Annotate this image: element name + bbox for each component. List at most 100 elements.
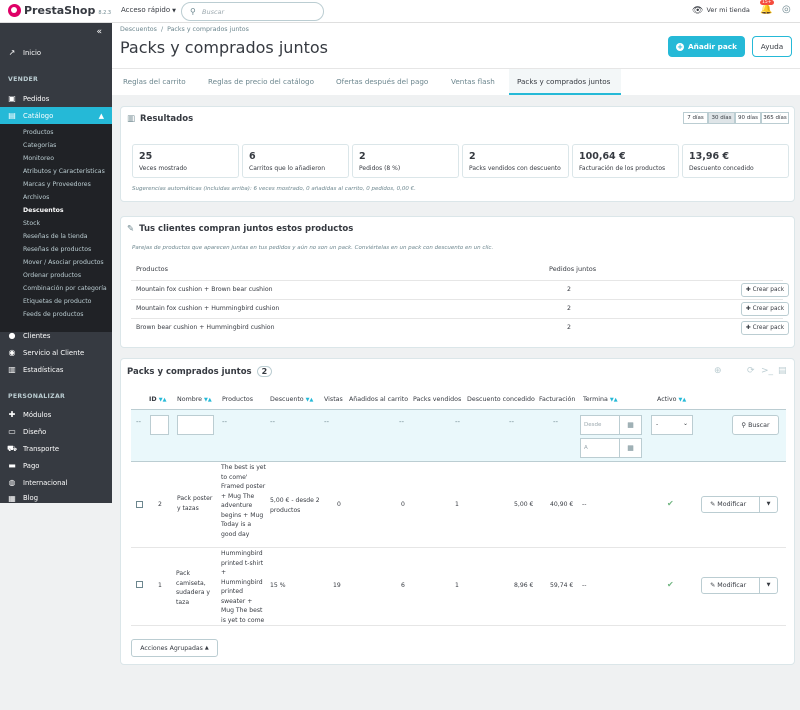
modify-button[interactable]: ✎ Modificar ▼ bbox=[701, 496, 778, 513]
kpi-value: 13,96 € bbox=[689, 151, 729, 162]
sidebar-item-servicio[interactable]: ◉ Servicio al Cliente bbox=[0, 344, 112, 361]
cell-granted: 8,96 € bbox=[514, 582, 534, 589]
sidebar-item-catalogo[interactable]: ▤ Catálogo ▲ bbox=[0, 107, 112, 124]
submenu-item-descuentos[interactable]: Descuentos bbox=[23, 207, 64, 214]
tab-reglas-carrito[interactable]: Reglas del carrito bbox=[123, 77, 186, 86]
modify-label: Modificar bbox=[717, 501, 747, 508]
column-header-activo[interactable]: Activo ▼▲ bbox=[657, 396, 686, 403]
export-icon[interactable]: ▤ bbox=[778, 366, 787, 376]
submenu-item-archivos[interactable]: Archivos bbox=[23, 194, 49, 201]
tab-reglas-precio-catalogo[interactable]: Reglas de precio del catálogo bbox=[208, 77, 314, 86]
submenu-item-combinacion[interactable]: Combinación por categoría bbox=[23, 285, 107, 292]
range-30-days-button[interactable]: 30 días bbox=[708, 112, 735, 124]
submenu-item-resenas-tienda[interactable]: Reseñas de la tienda bbox=[23, 233, 88, 240]
filter-date-from-input[interactable]: Desde ▦ bbox=[580, 415, 642, 435]
quick-access-dropdown[interactable]: Acceso rápido ▼ bbox=[121, 6, 176, 14]
submenu-item-marcas[interactable]: Marcas y Proveedores bbox=[23, 181, 91, 188]
sidebar-section-vender: VENDER bbox=[8, 76, 39, 83]
active-check-icon[interactable]: ✔ bbox=[667, 580, 674, 589]
breadcrumb-current: Packs y comprados juntos bbox=[167, 26, 249, 33]
column-header-termina[interactable]: Termina ▼▲ bbox=[583, 396, 618, 403]
sidebar-item-pedidos[interactable]: ▣ Pedidos bbox=[0, 90, 112, 107]
submenu-item-productos[interactable]: Productos bbox=[23, 129, 54, 136]
sort-arrows-icon: ▼▲ bbox=[609, 397, 618, 403]
sidebar-item-label: Estadísticas bbox=[23, 365, 64, 374]
sql-query-icon[interactable]: >_ bbox=[761, 366, 773, 376]
prestashop-logo-icon bbox=[8, 4, 21, 17]
catalog-submenu: Productos Categorías Monitoreo Atributos… bbox=[0, 124, 112, 332]
submenu-item-feeds[interactable]: Feeds de productos bbox=[23, 311, 83, 318]
notifications-button[interactable]: 🔔 15+ bbox=[760, 0, 774, 15]
submenu-item-atributos[interactable]: Atributos y Características bbox=[23, 168, 105, 175]
submenu-item-stock[interactable]: Stock bbox=[23, 220, 40, 227]
collapse-sidebar-icon[interactable]: « bbox=[96, 27, 102, 37]
cell-ends: -- bbox=[582, 582, 587, 589]
row-checkbox[interactable] bbox=[136, 581, 143, 588]
submenu-item-etiquetas[interactable]: Etiquetas de producto bbox=[23, 298, 91, 305]
pencil-icon: ✎ bbox=[710, 582, 716, 589]
create-pack-button[interactable]: ✚ Crear pack bbox=[741, 302, 789, 316]
row-checkbox[interactable] bbox=[136, 501, 143, 508]
column-header-id[interactable]: ID ▼▲ bbox=[149, 396, 166, 403]
sidebar-item-clientes[interactable]: ● Clientes bbox=[0, 327, 112, 344]
caret-down-icon[interactable]: ▼ bbox=[759, 578, 777, 593]
tab-ofertas-despues-pago[interactable]: Ofertas después del pago bbox=[336, 77, 428, 86]
range-7-days-button[interactable]: 7 días bbox=[683, 112, 708, 124]
submenu-item-monitoreo[interactable]: Monitoreo bbox=[23, 155, 54, 162]
submenu-item-ordenar[interactable]: Ordenar productos bbox=[23, 272, 81, 279]
filter-activo-select[interactable]: - ⌄ bbox=[651, 415, 693, 435]
sort-arrows-icon: ▼▲ bbox=[204, 397, 212, 403]
sidebar-item-diseno[interactable]: ▭ Diseño bbox=[0, 423, 112, 440]
active-check-icon[interactable]: ✔ bbox=[667, 499, 674, 508]
range-90-days-button[interactable]: 90 días bbox=[735, 112, 761, 124]
user-circle-icon: ● bbox=[8, 331, 16, 340]
user-avatar-button[interactable]: ◎ bbox=[782, 4, 791, 15]
kpi-card: 2 Pedidos (8 %) bbox=[352, 144, 459, 178]
tab-ventas-flash[interactable]: Ventas flash bbox=[451, 77, 495, 86]
search-input[interactable]: ⚲ Buscar bbox=[181, 2, 324, 21]
refresh-icon[interactable]: ⟳ bbox=[747, 366, 755, 376]
bulk-actions-label: Acciones Agrupadas bbox=[140, 644, 203, 652]
sidebar-item-internacional[interactable]: ◍ Internacional bbox=[0, 474, 112, 491]
column-header-descuento[interactable]: Descuento ▼▲ bbox=[270, 396, 313, 403]
add-new-icon[interactable]: ⊕ bbox=[714, 366, 722, 376]
sidebar-item-blog[interactable]: ▦ Blog bbox=[0, 491, 112, 503]
help-button[interactable]: Ayuda bbox=[752, 36, 792, 57]
sidebar-item-transporte[interactable]: ⛟ Transporte bbox=[0, 440, 112, 457]
magic-wand-icon: ✎ bbox=[127, 224, 135, 234]
calendar-icon[interactable]: ▦ bbox=[619, 439, 641, 457]
calendar-icon[interactable]: ▦ bbox=[619, 416, 641, 434]
column-header-packs-vendidos: Packs vendidos bbox=[413, 396, 462, 403]
bulk-actions-button[interactable]: Acciones Agrupadas ▲ bbox=[131, 639, 218, 657]
prestashop-logo[interactable]: PrestaShop 8.2.3 bbox=[8, 4, 111, 17]
view-shop-link[interactable]: 👁 Ver mi tienda bbox=[692, 6, 750, 16]
filter-nombre-input[interactable] bbox=[177, 415, 214, 435]
submenu-item-categorias[interactable]: Categorías bbox=[23, 142, 56, 149]
add-pack-button[interactable]: + Añadir pack bbox=[668, 36, 745, 57]
sidebar-item-inicio[interactable]: ↗ Inicio bbox=[0, 44, 112, 61]
sidebar-item-estadisticas[interactable]: ▥ Estadísticas bbox=[0, 361, 112, 378]
caret-down-icon[interactable]: ▼ bbox=[759, 497, 777, 512]
cell-sold: 1 bbox=[455, 501, 459, 508]
caret-down-icon: ▼ bbox=[172, 8, 176, 14]
create-pack-button[interactable]: ✚ Crear pack bbox=[741, 321, 789, 335]
kpi-value: 25 bbox=[139, 151, 153, 162]
sidebar-item-pago[interactable]: ▬ Pago bbox=[0, 457, 112, 474]
create-pack-button[interactable]: ✚ Crear pack bbox=[741, 283, 789, 297]
modify-button[interactable]: ✎ Modificar ▼ bbox=[701, 577, 778, 594]
column-header-nombre[interactable]: Nombre ▼▲ bbox=[177, 396, 212, 403]
column-label: Nombre bbox=[177, 396, 203, 403]
range-365-days-button[interactable]: 365 días bbox=[761, 112, 789, 124]
search-button[interactable]: ⚲ Buscar bbox=[732, 415, 779, 435]
sidebar-item-label: Clientes bbox=[23, 331, 51, 340]
kpi-label: Pedidos (8 %) bbox=[359, 165, 401, 172]
filter-date-to-input[interactable]: A ▦ bbox=[580, 438, 642, 458]
blog-icon: ▦ bbox=[8, 494, 16, 503]
sidebar-item-modulos[interactable]: ✚ Módulos bbox=[0, 406, 112, 423]
submenu-item-resenas-productos[interactable]: Reseñas de productos bbox=[23, 246, 91, 253]
submenu-item-mover[interactable]: Mover / Asociar productos bbox=[23, 259, 104, 266]
tab-packs-comprados-juntos[interactable]: Packs y comprados juntos bbox=[517, 77, 610, 86]
breadcrumb-parent-link[interactable]: Descuentos bbox=[120, 26, 157, 33]
filter-id-input[interactable] bbox=[150, 415, 169, 435]
filter-placeholder: -- bbox=[553, 418, 559, 426]
